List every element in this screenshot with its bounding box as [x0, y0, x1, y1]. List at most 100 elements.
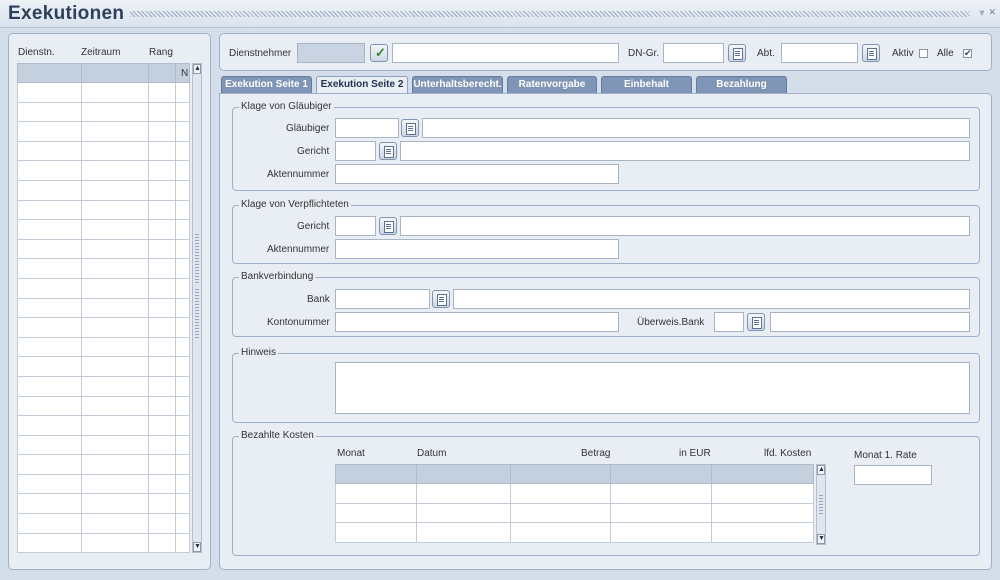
table-row[interactable]: [17, 317, 190, 338]
glaeubiger-lookup-icon[interactable]: [401, 119, 419, 137]
table-row[interactable]: [17, 415, 190, 436]
kontonummer-input[interactable]: [335, 312, 619, 332]
table-row[interactable]: [17, 121, 190, 142]
verpfl-gericht-code-input[interactable]: [335, 216, 376, 236]
glaeubiger-code-input[interactable]: [335, 118, 399, 138]
confirm-icon[interactable]: [370, 44, 388, 62]
abt-label: Abt.: [757, 48, 775, 59]
gericht-code-input[interactable]: [335, 141, 376, 161]
col-header-n: N: [181, 68, 189, 79]
aktiv-checkbox[interactable]: [919, 49, 928, 58]
title-bar: Exekutionen ⩔ ✕: [0, 0, 1000, 28]
col-monat: Monat: [337, 448, 365, 459]
window-title: Exekutionen: [8, 3, 125, 24]
verpfl-gericht-lookup-icon[interactable]: [379, 217, 397, 235]
tab-exekution-seite-1[interactable]: Exekution Seite 1: [221, 76, 312, 93]
minimize-icon[interactable]: ⩔: [979, 7, 984, 18]
title-decoration: [130, 11, 970, 17]
tab-exekution-seite-2[interactable]: Exekution Seite 2: [316, 76, 408, 94]
bankverbindung-title: Bankverbindung: [239, 271, 316, 282]
tab-ratenvorgabe[interactable]: Ratenvorgabe: [507, 76, 597, 93]
table-row[interactable]: [17, 82, 190, 103]
col-header-zeitraum: Zeitraum: [81, 47, 121, 58]
filter-panel: Dienstnehmer DN-Gr. Abt. Aktiv Alle ✔: [219, 33, 992, 71]
table-row[interactable]: [17, 160, 190, 181]
glaeubiger-name-input[interactable]: [422, 118, 970, 138]
table-row[interactable]: [17, 297, 190, 319]
kosten-table[interactable]: [335, 464, 814, 543]
table-row[interactable]: [17, 375, 190, 397]
monat-rate-input[interactable]: [854, 465, 932, 485]
bezahlte-kosten-group: Bezahlte Kosten Monat Datum Betrag in EU…: [232, 430, 980, 556]
employee-list-panel: Dienstn. Zeitraum Rang N ▲ ▼: [8, 33, 211, 570]
verpfl-gericht-name-input[interactable]: [400, 216, 970, 236]
close-icon[interactable]: ✕: [988, 7, 996, 18]
verpfl-aktennummer-label: Aktennummer: [267, 244, 330, 255]
table-row[interactable]: [17, 140, 190, 162]
table-row[interactable]: [17, 258, 190, 279]
dngr-lookup-icon[interactable]: [728, 44, 746, 62]
col-betrag: Betrag: [581, 448, 611, 459]
tab-bezahlung[interactable]: Bezahlung: [696, 76, 787, 93]
table-row[interactable]: [17, 395, 190, 417]
table-row[interactable]: [17, 238, 190, 260]
klage-verpflichteten-title: Klage von Verpflichteten: [239, 199, 351, 210]
col-header-rang: Rang: [149, 47, 173, 58]
alle-label: Alle: [937, 48, 954, 59]
kosten-scroll-up-icon[interactable]: ▲: [817, 465, 825, 475]
table-row[interactable]: [17, 219, 190, 240]
dngr-input[interactable]: [663, 43, 724, 63]
monat-rate-label: Monat 1. Rate: [854, 450, 917, 461]
table-row[interactable]: [17, 473, 190, 495]
table-row[interactable]: [17, 199, 190, 221]
dienstnehmer-name-input[interactable]: [392, 43, 619, 63]
kosten-scrollbar[interactable]: ▲ ▼: [816, 464, 826, 545]
abt-input[interactable]: [781, 43, 858, 63]
employee-table[interactable]: [17, 63, 190, 554]
col-in-eur: in EUR: [679, 448, 711, 459]
table-row[interactable]: [335, 502, 814, 524]
dngr-label: DN-Gr.: [628, 48, 660, 59]
scroll-up-icon[interactable]: ▲: [193, 64, 201, 74]
col-datum: Datum: [417, 448, 447, 459]
verpfl-aktennummer-input[interactable]: [335, 239, 619, 259]
bank-code-input[interactable]: [335, 289, 430, 309]
gericht-lookup-icon[interactable]: [379, 142, 397, 160]
ueberweis-bank-name-input[interactable]: [770, 312, 970, 332]
dienstnehmer-input[interactable]: [297, 43, 365, 63]
table-row[interactable]: [17, 454, 190, 475]
bank-label: Bank: [307, 294, 330, 305]
table-row[interactable]: [17, 277, 190, 299]
table-row[interactable]: [17, 434, 190, 456]
table-row[interactable]: [17, 356, 190, 377]
table-row[interactable]: [17, 179, 190, 201]
bank-lookup-icon[interactable]: [432, 290, 450, 308]
klage-glaeubiger-title: Klage von Gläubiger: [239, 101, 334, 112]
hinweis-group: Hinweis: [232, 347, 980, 423]
bank-name-input[interactable]: [453, 289, 970, 309]
alle-checkbox[interactable]: ✔: [963, 49, 972, 58]
kosten-scroll-down-icon[interactable]: ▼: [817, 534, 825, 544]
scroll-down-icon[interactable]: ▼: [193, 542, 201, 552]
tab-unterhaltsberecht[interactable]: Unterhaltsberecht.: [412, 76, 503, 93]
ueberweis-bank-code-input[interactable]: [714, 312, 744, 332]
table-row[interactable]: [17, 493, 190, 515]
hinweis-textarea[interactable]: [335, 362, 970, 414]
gericht-name-input[interactable]: [400, 141, 970, 161]
table-row[interactable]: [335, 522, 814, 543]
list-scrollbar[interactable]: ▲ ▼: [192, 63, 202, 553]
aktennummer-label: Aktennummer: [267, 169, 330, 180]
abt-lookup-icon[interactable]: [862, 44, 880, 62]
table-row[interactable]: [335, 483, 814, 504]
tab-content-panel: Klage von Gläubiger Gläubiger Gericht Ak…: [219, 93, 992, 570]
table-row[interactable]: [17, 513, 190, 534]
col-lfd-kosten: lfd. Kosten: [764, 448, 812, 459]
table-row[interactable]: [17, 336, 190, 358]
ueberweis-bank-lookup-icon[interactable]: [747, 313, 765, 331]
aktennummer-input[interactable]: [335, 164, 619, 184]
klage-glaeubiger-group: Klage von Gläubiger Gläubiger Gericht Ak…: [232, 101, 980, 191]
table-row[interactable]: [17, 532, 190, 554]
tab-einbehalt[interactable]: Einbehalt: [601, 76, 692, 93]
kontonummer-label: Kontonummer: [267, 317, 330, 328]
table-row[interactable]: [17, 101, 190, 123]
